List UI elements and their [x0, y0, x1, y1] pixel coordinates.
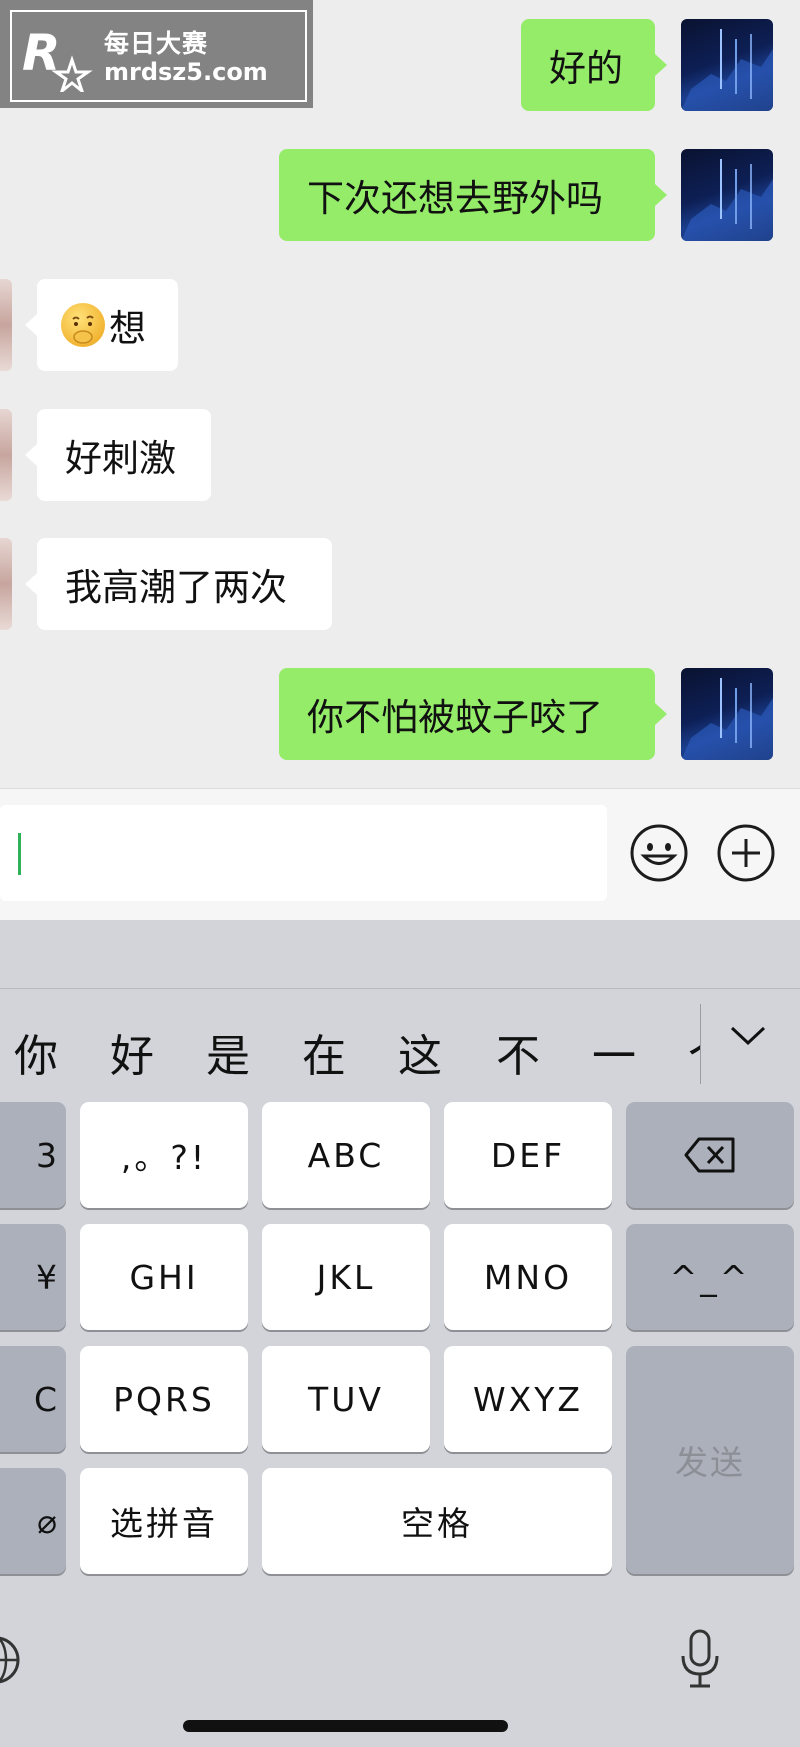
candidate-word[interactable]: 个 — [688, 1020, 700, 1084]
bubble-tail — [655, 703, 667, 725]
key-label: ^_^ — [669, 1257, 751, 1297]
key-label: ¥ — [36, 1257, 60, 1297]
message-bubble[interactable]: 下次还想去野外吗 — [279, 149, 655, 241]
key-label: WXYZ — [472, 1379, 583, 1419]
key-ghi[interactable]: GHI — [80, 1224, 248, 1330]
key-left-3[interactable]: C — [0, 1346, 66, 1452]
contact-avatar[interactable] — [0, 279, 12, 371]
message-bubble[interactable]: 好刺激 — [37, 409, 211, 501]
message-bubble[interactable]: 你不怕被蚊子咬了 — [279, 668, 655, 760]
bubble-tail — [25, 314, 37, 336]
home-indicator[interactable] — [183, 1720, 508, 1732]
key-tuv[interactable]: TUV — [262, 1346, 430, 1452]
microphone-icon[interactable] — [678, 1628, 722, 1690]
key-label: ABC — [307, 1135, 385, 1175]
message-text: 好刺激 — [65, 437, 176, 480]
message-text: 你不怕被蚊子咬了 — [307, 696, 603, 739]
candidate-word[interactable]: 好 — [110, 1020, 154, 1084]
key-label: 选拼音 — [110, 1504, 218, 1543]
key-left-2[interactable]: ¥ — [0, 1224, 66, 1330]
contact-avatar[interactable] — [0, 409, 12, 501]
key-jkl[interactable]: JKL — [262, 1224, 430, 1330]
candidate-bar-separator — [0, 988, 800, 989]
watermark-url: mrdsz5.com — [104, 58, 268, 86]
key-punctuation[interactable]: ,。?! — [80, 1102, 248, 1208]
key-label: JKL — [316, 1257, 376, 1297]
message-bubble[interactable]: 我高潮了两次 — [37, 538, 332, 630]
send-button[interactable]: 发送 — [626, 1346, 794, 1574]
chevron-down-icon[interactable] — [728, 1023, 768, 1049]
chat-input-bar — [0, 788, 800, 921]
key-label: 空格 — [401, 1504, 473, 1543]
key-label: PQRS — [113, 1379, 215, 1419]
candidate-word[interactable]: 是 — [206, 1020, 250, 1084]
watermark-title: 每日大赛 — [104, 29, 209, 58]
key-label: MNO — [483, 1257, 573, 1297]
key-label: DEF — [490, 1135, 566, 1175]
key-pqrs[interactable]: PQRS — [80, 1346, 248, 1452]
key-def[interactable]: DEF — [444, 1102, 612, 1208]
watermark: R 每日大赛 mrdsz5.com — [0, 0, 313, 108]
message-text: 下次还想去野外吗 — [307, 177, 603, 220]
key-wxyz[interactable]: WXYZ — [444, 1346, 612, 1452]
backspace-icon — [684, 1137, 735, 1173]
my-avatar[interactable] — [681, 149, 773, 241]
send-label: 发送 — [675, 1443, 745, 1482]
key-select-pinyin[interactable]: 选拼音 — [80, 1468, 248, 1574]
key-emoticon[interactable]: ^_^ — [626, 1224, 794, 1330]
key-label: ,。?! — [120, 1138, 208, 1177]
bubble-tail — [655, 184, 667, 206]
candidate-word[interactable]: 在 — [302, 1020, 346, 1084]
more-plus-button-icon[interactable] — [716, 823, 776, 883]
emoji-button-icon[interactable] — [629, 823, 689, 883]
key-label: ⌀ — [37, 1501, 60, 1541]
avatar-image-icon — [681, 159, 773, 241]
avatar-image-icon — [681, 29, 773, 111]
candidate-word[interactable]: 这 — [398, 1020, 442, 1084]
bubble-tail — [25, 573, 37, 595]
key-mno[interactable]: MNO — [444, 1224, 612, 1330]
candidate-word[interactable]: 一 — [592, 1020, 636, 1084]
message-bubble[interactable]: 好的 — [521, 19, 655, 111]
svg-text:R: R — [22, 24, 61, 82]
key-space[interactable]: 空格 — [262, 1468, 612, 1574]
text-caret — [18, 833, 21, 875]
key-left-4[interactable]: ⌀ — [0, 1468, 66, 1574]
key-abc[interactable]: ABC — [262, 1102, 430, 1208]
message-text: 想 — [109, 307, 146, 350]
message-text: 好的 — [549, 47, 623, 90]
key-left-1[interactable]: 3 — [0, 1102, 66, 1208]
candidate-divider — [700, 1004, 701, 1084]
candidate-word[interactable]: 你 — [14, 1020, 58, 1084]
candidate-word[interactable]: 不 — [496, 1020, 540, 1084]
message-text: 我高潮了两次 — [65, 566, 287, 609]
key-label: C — [33, 1379, 60, 1419]
key-backspace[interactable] — [626, 1102, 794, 1208]
my-avatar[interactable] — [681, 19, 773, 111]
watermark-logo-icon: R — [22, 24, 93, 92]
key-label: TUV — [308, 1379, 384, 1419]
message-input[interactable] — [0, 805, 607, 901]
key-label: 3 — [36, 1135, 60, 1175]
thinking-face-icon — [61, 303, 105, 347]
bubble-tail — [655, 54, 667, 76]
watermark-frame: R 每日大赛 mrdsz5.com — [10, 10, 307, 102]
keyboard: 你 好 是 在 这 不 一 个 3 ¥ C ⌀ ,。?! ABC DEF GHI — [0, 920, 800, 1747]
my-avatar[interactable] — [681, 668, 773, 760]
avatar-image-icon — [681, 678, 773, 760]
globe-icon[interactable] — [0, 1632, 24, 1688]
key-label: GHI — [129, 1257, 199, 1297]
bubble-tail — [25, 444, 37, 466]
contact-avatar[interactable] — [0, 538, 12, 630]
message-bubble[interactable]: 想 — [37, 279, 178, 371]
